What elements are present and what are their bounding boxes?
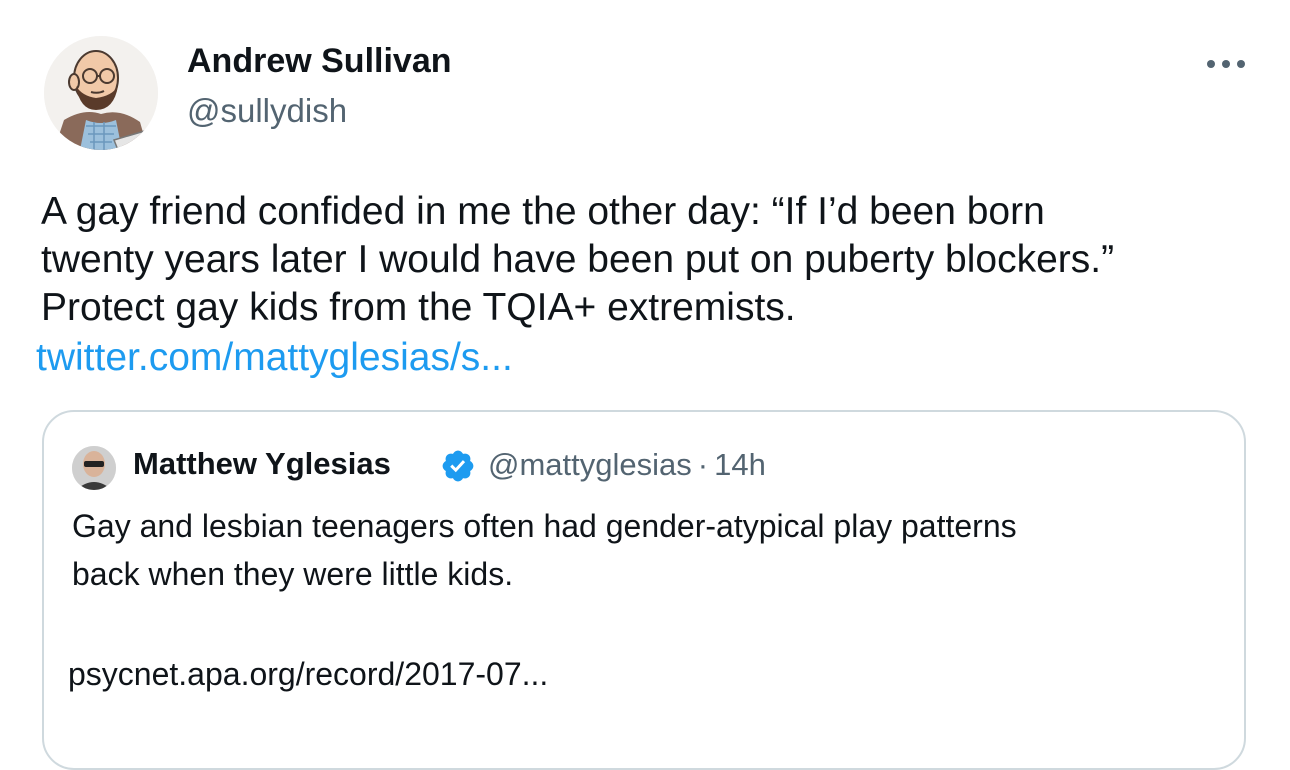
quoted-tweet-text: Gay and lesbian teenagers often had gend… — [72, 502, 1212, 598]
author-avatar-illustration — [44, 36, 158, 150]
quoted-text-line: Gay and lesbian teenagers often had gend… — [72, 508, 1017, 544]
quoted-tweet-link[interactable]: psycnet.apa.org/record/2017-07... — [68, 650, 548, 698]
quoted-author-avatar[interactable] — [72, 446, 116, 490]
more-options-button[interactable] — [1202, 50, 1250, 78]
author-avatar[interactable] — [44, 36, 158, 150]
more-horizontal-icon — [1207, 60, 1245, 68]
quoted-timestamp[interactable]: 14h — [714, 447, 766, 482]
author-handle[interactable]: @sullydish — [187, 92, 347, 130]
tweet-text-line: Protect gay kids from the TQIA+ extremis… — [41, 286, 796, 329]
quoted-author-photo — [72, 446, 116, 490]
tweet-link[interactable]: twitter.com/mattyglesias/s... — [36, 334, 513, 382]
meta-separator: · — [697, 447, 709, 482]
tweet-text: A gay friend confided in me the other da… — [41, 188, 1241, 332]
quoted-author-handle[interactable]: @mattyglesias — [488, 447, 692, 482]
tweet: Andrew Sullivan @sullydish A gay friend … — [0, 0, 1290, 770]
author-name[interactable]: Andrew Sullivan — [187, 42, 452, 81]
tweet-text-line: A gay friend confided in me the other da… — [41, 190, 1045, 233]
quoted-author-name[interactable]: Matthew Yglesias — [133, 446, 391, 482]
tweet-text-line: twenty years later I would have been put… — [41, 238, 1115, 281]
verified-badge-icon — [442, 450, 474, 482]
quoted-text-line: back when they were little kids. — [72, 556, 514, 592]
quoted-author-meta: @mattyglesias · 14h — [488, 447, 766, 483]
quoted-tweet-card[interactable]: Matthew Yglesias @mattyglesias · 14h Gay a… — [42, 410, 1246, 770]
